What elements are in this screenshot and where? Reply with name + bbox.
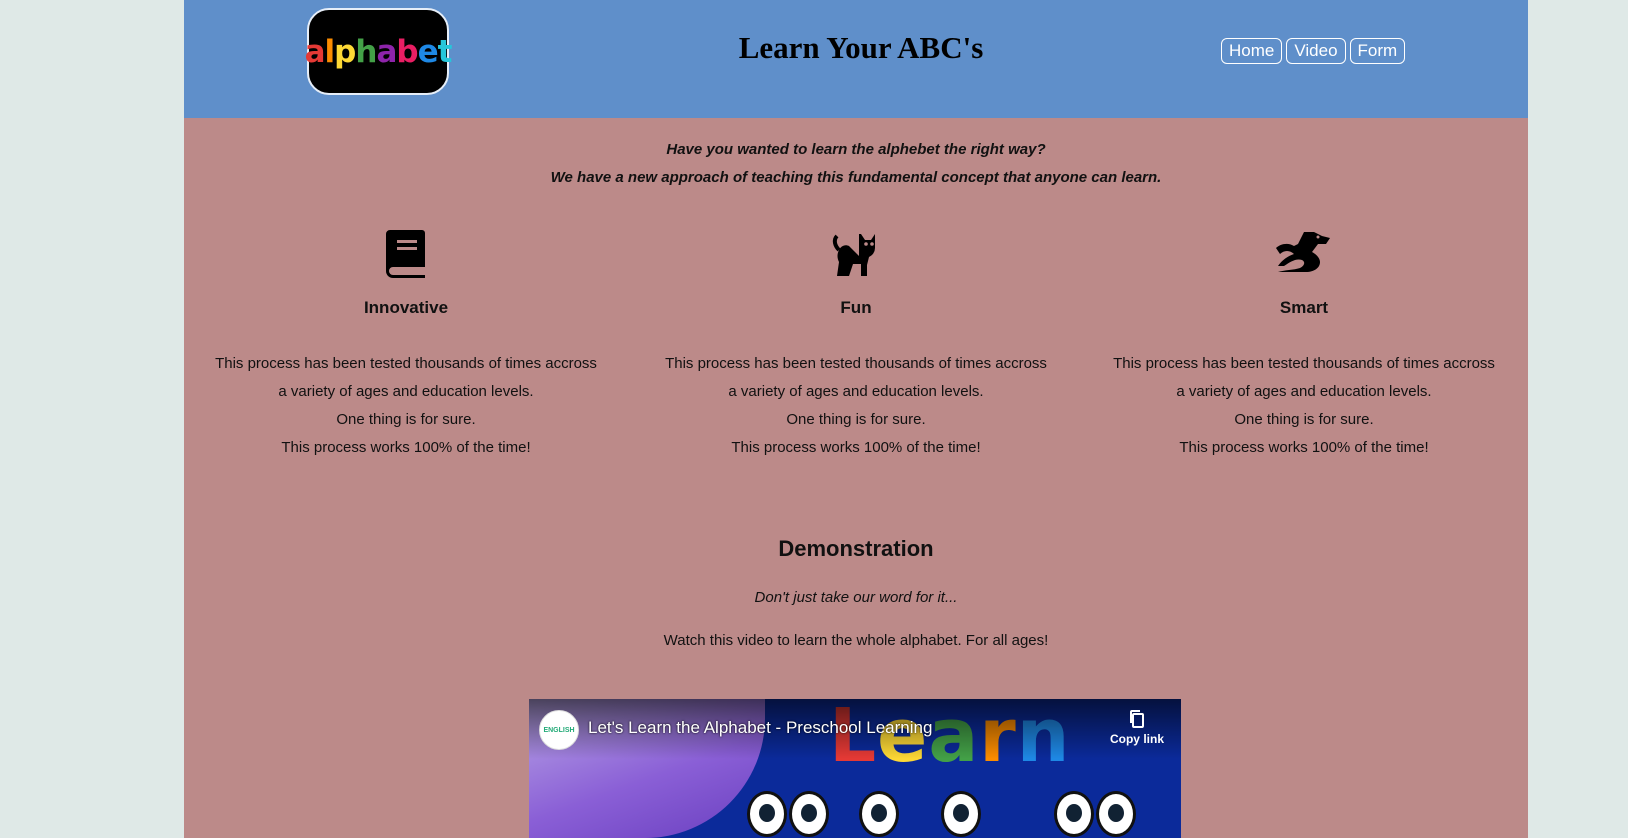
dragon-icon (1094, 228, 1514, 278)
feature-line: This process has been tested thousands o… (1113, 355, 1495, 372)
feature-title: Fun (840, 298, 872, 317)
feature-fun: Fun This process has been tested thousan… (646, 228, 1066, 462)
main-nav: Home Video Form (1221, 38, 1406, 64)
video-thumbnail-eyes (1054, 791, 1138, 838)
feature-line: a variety of ages and education levels. (728, 383, 984, 400)
nav-form-button[interactable]: Form (1349, 38, 1406, 64)
cat-icon (646, 228, 1066, 278)
copy-link-label: Copy link (1109, 732, 1164, 746)
copy-link-button[interactable]: Copy link (1107, 709, 1167, 746)
site-header: alphabet Learn Your ABC's Home Video For… (184, 0, 1528, 118)
book-icon (196, 228, 616, 278)
page-container: alphabet Learn Your ABC's Home Video For… (184, 0, 1528, 838)
copy-icon (1130, 710, 1144, 728)
video-thumbnail-eyes (747, 791, 831, 838)
demo-subtitle: Don't just take our word for it... (754, 589, 958, 606)
feature-line: This process has been tested thousands o… (665, 355, 1047, 372)
feature-innovative: Innovative This process has been tested … (196, 228, 616, 462)
feature-line: This process works 100% of the time! (281, 439, 531, 456)
intro-line-2: We have a new approach of teaching this … (550, 169, 1162, 186)
feature-line: One thing is for sure. (786, 411, 926, 428)
video-thumbnail-eyes (859, 791, 983, 838)
feature-title: Innovative (363, 298, 449, 317)
feature-body: This process has been tested thousands o… (646, 350, 1066, 462)
video-player[interactable]: Learn ENGLISH Let's Learn the Alphabet -… (529, 699, 1181, 838)
demo-text: Watch this video to learn the whole alph… (663, 632, 1049, 649)
feature-smart: Smart This process has been tested thous… (1094, 228, 1514, 462)
feature-line: a variety of ages and education levels. (278, 383, 534, 400)
demo-heading: Demonstration (778, 536, 934, 561)
feature-line: This process works 100% of the time! (1179, 439, 1429, 456)
nav-video-button[interactable]: Video (1286, 38, 1346, 64)
feature-line: One thing is for sure. (336, 411, 476, 428)
feature-line: This process works 100% of the time! (731, 439, 981, 456)
feature-title: Smart (1279, 298, 1329, 317)
nav-home-button[interactable]: Home (1221, 38, 1283, 64)
feature-body: This process has been tested thousands o… (196, 350, 616, 462)
intro-text: Have you wanted to learn the alphebet th… (184, 136, 1528, 192)
intro-line-1: Have you wanted to learn the alphebet th… (666, 141, 1046, 158)
channel-avatar[interactable]: ENGLISH (539, 710, 579, 750)
video-title-link[interactable]: Let's Learn the Alphabet - Preschool Lea… (588, 718, 932, 738)
feature-line: This process has been tested thousands o… (215, 355, 597, 372)
feature-line: One thing is for sure. (1234, 411, 1374, 428)
feature-body: This process has been tested thousands o… (1094, 350, 1514, 462)
feature-line: a variety of ages and education levels. (1176, 383, 1432, 400)
